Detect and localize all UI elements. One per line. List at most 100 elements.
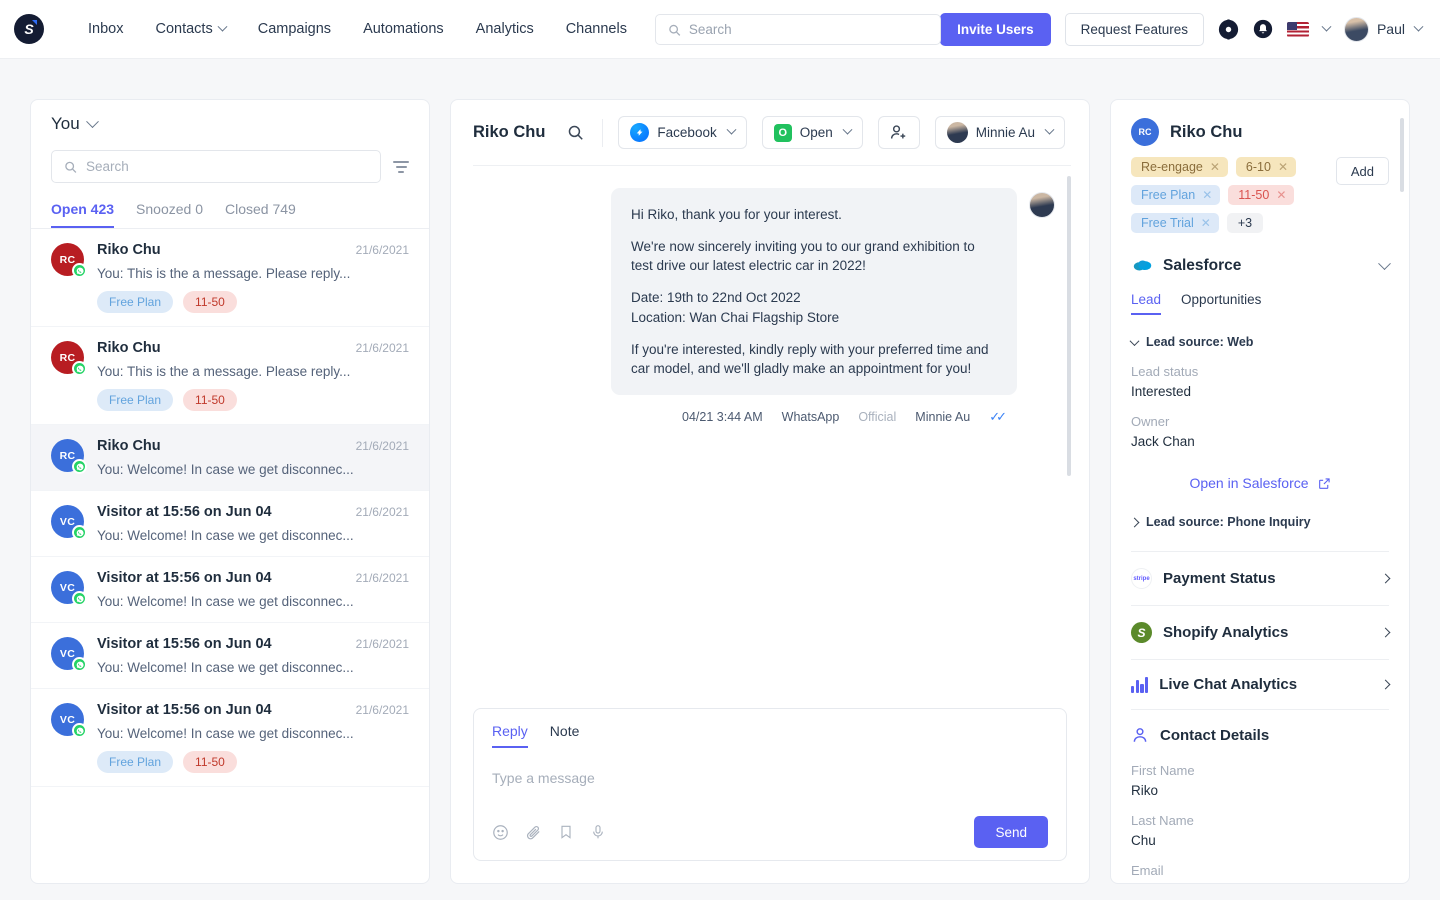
salesforce-tab[interactable]: Opportunities: [1181, 292, 1261, 315]
contact-panel-scrollbar[interactable]: [1400, 118, 1404, 192]
remove-tag-icon[interactable]: ✕: [1202, 188, 1212, 202]
contact-tag[interactable]: +3: [1227, 213, 1263, 233]
notifications-bell-icon[interactable]: [1253, 19, 1273, 39]
add-tag-button[interactable]: Add: [1336, 157, 1389, 185]
inbox-search-input[interactable]: [86, 159, 368, 174]
conversation-list-item[interactable]: VC Visitor at 15:56 on Jun 04 21/6/2021 …: [31, 557, 429, 623]
app-logo-icon[interactable]: S: [14, 14, 44, 44]
contact-tag[interactable]: Free Trial✕: [1131, 213, 1219, 233]
conversation-tag[interactable]: Free Plan: [97, 291, 173, 313]
chevron-down-icon: [726, 125, 736, 135]
inbox-owner-selector[interactable]: You: [51, 114, 409, 134]
assignee-selector[interactable]: Minnie Au: [935, 116, 1065, 149]
avatar: RC: [1131, 118, 1159, 146]
whatsapp-icon: [72, 657, 87, 672]
conversation-tag[interactable]: Free Plan: [97, 751, 173, 773]
emoji-icon[interactable]: [492, 824, 509, 841]
conversation-name: Visitor at 15:56 on Jun 04: [97, 702, 272, 718]
integration-section[interactable]: S Shopify Analytics: [1131, 606, 1389, 659]
contact-tag[interactable]: 6-10✕: [1236, 157, 1296, 177]
message-input[interactable]: Type a message: [492, 770, 1048, 790]
integration-section-label: Payment Status: [1163, 570, 1276, 587]
contact-tag[interactable]: Re-engage✕: [1131, 157, 1228, 177]
conversation-preview: You: Welcome! In case we get disconnec..…: [97, 726, 409, 741]
conversation-tags: Free Plan 11-50: [97, 389, 409, 411]
lead-source-phone-toggle[interactable]: Lead source: Phone Inquiry: [1131, 515, 1389, 529]
contact-tags-area: Re-engage✕ 6-10✕ Free Plan✕ 11-50✕ Free Tria…: [1131, 157, 1389, 233]
assignee-label: Minnie Au: [976, 125, 1035, 140]
conversation-tag[interactable]: 11-50: [183, 751, 237, 773]
field-label: Owner: [1131, 414, 1389, 429]
inbox-search[interactable]: [51, 150, 381, 183]
conversation-name: Visitor at 15:56 on Jun 04: [97, 570, 272, 586]
conversation-date: 21/6/2021: [356, 341, 409, 355]
remove-tag-icon[interactable]: ✕: [1210, 160, 1220, 174]
conversation-preview: You: Welcome! In case we get disconnec..…: [97, 594, 409, 609]
conversation-search-icon[interactable]: [567, 119, 603, 147]
conversation-tags: Free Plan 11-50: [97, 291, 409, 313]
user-name-label: Paul: [1377, 21, 1405, 37]
composer-tab[interactable]: Reply: [492, 723, 528, 748]
shopify-icon: S: [1131, 622, 1152, 643]
global-search[interactable]: [655, 14, 941, 45]
request-features-button[interactable]: Request Features: [1065, 13, 1204, 46]
conversation-date: 21/6/2021: [356, 637, 409, 651]
global-search-input[interactable]: [689, 22, 928, 37]
field-value: Chu: [1131, 833, 1389, 848]
conversation-list-item[interactable]: VC Visitor at 15:56 on Jun 04 21/6/2021 …: [31, 623, 429, 689]
bookmark-icon[interactable]: [558, 824, 574, 840]
nav-link-channels[interactable]: Channels: [550, 21, 643, 37]
remove-tag-icon[interactable]: ✕: [1278, 160, 1288, 174]
chevron-down-icon[interactable]: [1378, 257, 1391, 270]
invite-users-button[interactable]: Invite Users: [940, 13, 1051, 46]
remove-tag-icon[interactable]: ✕: [1201, 216, 1211, 230]
contact-tag[interactable]: Free Plan✕: [1131, 185, 1220, 205]
integration-section[interactable]: stripe Payment Status: [1131, 552, 1389, 605]
user-menu[interactable]: Paul: [1344, 17, 1422, 42]
salesforce-section-header[interactable]: Salesforce: [1131, 255, 1389, 277]
channel-selector[interactable]: Facebook: [618, 116, 746, 149]
filter-icon[interactable]: [393, 161, 409, 173]
conversation-list-item[interactable]: RC Riko Chu 21/6/2021 You: Welcome! In c…: [31, 425, 429, 491]
settings-gear-icon[interactable]: [1218, 19, 1239, 40]
status-selector[interactable]: O Open: [762, 116, 863, 149]
remove-tag-icon[interactable]: ✕: [1276, 188, 1286, 202]
nav-link-automations[interactable]: Automations: [347, 21, 460, 37]
conversation-tag[interactable]: 11-50: [183, 291, 237, 313]
language-selector[interactable]: [1287, 22, 1330, 37]
nav-link-campaigns[interactable]: Campaigns: [242, 21, 347, 37]
integration-section[interactable]: Live Chat Analytics: [1131, 660, 1389, 709]
attachment-icon[interactable]: [525, 824, 542, 841]
nav-link-label: Automations: [363, 21, 444, 37]
conversation-tag[interactable]: 11-50: [183, 389, 237, 411]
field-label: First Name: [1131, 763, 1389, 778]
conversation-list-item[interactable]: RC Riko Chu 21/6/2021 You: This is the a…: [31, 229, 429, 327]
whatsapp-icon: [72, 459, 87, 474]
open-in-salesforce-link[interactable]: Open in Salesforce: [1131, 475, 1389, 491]
conversation-list-item[interactable]: RC Riko Chu 21/6/2021 You: This is the a…: [31, 327, 429, 425]
send-button[interactable]: Send: [974, 816, 1048, 848]
nav-link-analytics[interactable]: Analytics: [460, 21, 550, 37]
add-participant-button[interactable]: [878, 116, 920, 149]
composer-tab[interactable]: Note: [550, 723, 580, 748]
conversation-tag[interactable]: Free Plan: [97, 389, 173, 411]
inbox-tab[interactable]: Closed 749: [225, 201, 296, 228]
salesforce-tab[interactable]: Lead: [1131, 292, 1161, 315]
conversation-list-item[interactable]: VC Visitor at 15:56 on Jun 04 21/6/2021 …: [31, 689, 429, 787]
nav-link-contacts[interactable]: Contacts: [139, 21, 241, 37]
avatar: [947, 122, 968, 143]
inbox-owner-label: You: [51, 114, 80, 134]
inbox-tab[interactable]: Snoozed 0: [136, 201, 203, 228]
lead-source-web-toggle[interactable]: Lead source: Web: [1131, 335, 1389, 349]
main-nav-links: Inbox Contacts Campaigns Automations Ana…: [72, 21, 643, 37]
contact-tag[interactable]: 11-50✕: [1228, 185, 1294, 205]
inbox-tab[interactable]: Open 423: [51, 201, 114, 228]
microphone-icon[interactable]: [590, 824, 606, 840]
nav-link-inbox[interactable]: Inbox: [72, 21, 139, 37]
message-area: Hi Riko, thank you for your interest. We…: [451, 166, 1089, 708]
field-value: Jack Chan: [1131, 434, 1389, 449]
avatar: RC: [51, 341, 84, 374]
conversation-list-item[interactable]: VC Visitor at 15:56 on Jun 04 21/6/2021 …: [31, 491, 429, 557]
contact-details-header[interactable]: Contact Details: [1131, 710, 1389, 748]
message-scrollbar[interactable]: [1067, 176, 1071, 476]
